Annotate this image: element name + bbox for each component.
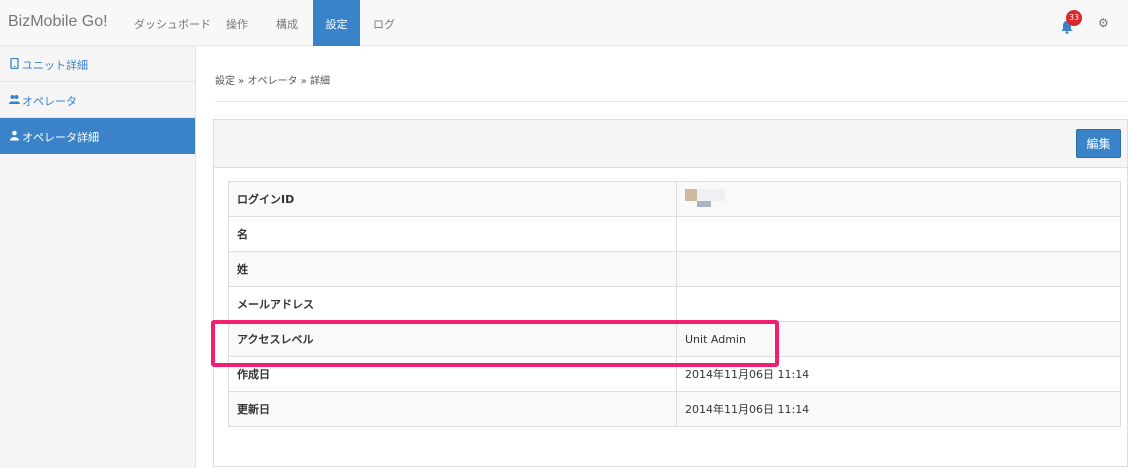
sidebar: ユニット詳細 オペレータ オペレータ詳細 <box>0 46 196 468</box>
sidebar-item-operator-detail[interactable]: オペレータ詳細 <box>0 118 195 154</box>
brand-logo[interactable]: BizMobile Go! <box>8 13 108 31</box>
gear-icon[interactable]: ⚙ <box>1098 16 1109 30</box>
panel-header: 編集 <box>214 120 1127 168</box>
nav-dashboard[interactable]: ダッシュボード <box>134 0 211 46</box>
notification-badge[interactable]: 33 <box>1066 10 1082 26</box>
field-value-last-name <box>676 251 1121 287</box>
field-value-first-name <box>676 216 1121 252</box>
field-value-login-id <box>676 181 1121 217</box>
table-row: 名 <box>228 216 1121 252</box>
field-label-email: メールアドレス <box>228 286 677 322</box>
sidebar-item-label: オペレータ <box>22 95 77 108</box>
nav-operation[interactable]: 操作 <box>226 0 248 46</box>
field-value-email <box>676 286 1121 322</box>
user-icon <box>10 130 19 141</box>
nav-settings[interactable]: 設定 <box>313 0 360 46</box>
nav-configuration[interactable]: 構成 <box>276 0 298 46</box>
table-row: 更新日 2014年11月06日 11:14 <box>228 391 1121 427</box>
highlight-box <box>211 320 779 367</box>
breadcrumb: 設定 » オペレータ » 詳細 <box>215 76 330 87</box>
device-icon <box>10 58 19 69</box>
field-value-updated: 2014年11月06日 11:14 <box>676 391 1121 427</box>
top-navbar: BizMobile Go! ダッシュボード 操作 構成 設定 ログ 33 ⚙ <box>0 0 1128 46</box>
table-row: メールアドレス <box>228 286 1121 322</box>
table-row: 姓 <box>228 251 1121 287</box>
avatar <box>685 185 731 213</box>
field-label-last-name: 姓 <box>228 251 677 287</box>
sidebar-item-operator[interactable]: オペレータ <box>0 82 195 118</box>
field-label-updated: 更新日 <box>228 391 677 427</box>
field-label-login-id: ログインID <box>228 181 677 217</box>
table-row: ログインID <box>228 181 1121 217</box>
nav-log[interactable]: ログ <box>373 0 395 46</box>
detail-table: ログインID 名 姓 メールアドレス アクセスレベル Unit Admin 作成… <box>228 181 1121 427</box>
sidebar-item-unit-detail[interactable]: ユニット詳細 <box>0 46 195 82</box>
divider <box>215 101 1128 102</box>
users-icon <box>9 95 20 104</box>
field-label-first-name: 名 <box>228 216 677 252</box>
sidebar-item-label: ユニット詳細 <box>22 59 88 72</box>
sidebar-item-label: オペレータ詳細 <box>22 131 99 144</box>
edit-button[interactable]: 編集 <box>1076 129 1121 158</box>
